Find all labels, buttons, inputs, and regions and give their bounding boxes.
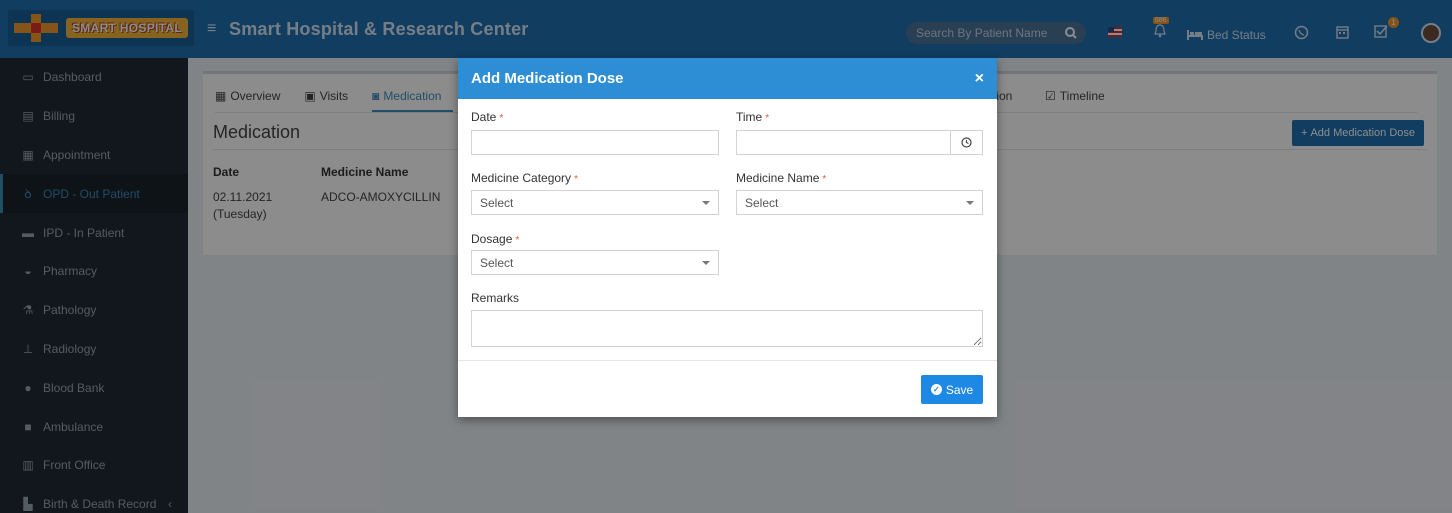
dosage-label-text: Dosage [471, 232, 513, 246]
medicine-name-label-text: Medicine Name [736, 171, 820, 185]
clock-icon [961, 137, 972, 148]
modal-title: Add Medication Dose [471, 70, 624, 87]
required-mark: * [765, 113, 770, 124]
required-mark: * [822, 174, 827, 185]
caret-down-icon [702, 201, 710, 205]
medicine-category-select[interactable]: Select [471, 190, 719, 215]
medicine-category-label: Medicine Category * [471, 171, 578, 185]
medicine-name-label: Medicine Name * [736, 171, 826, 185]
medicine-category-label-text: Medicine Category [471, 171, 572, 185]
required-mark: * [515, 235, 520, 246]
medicine-name-select[interactable]: Select [736, 190, 983, 215]
required-mark: * [574, 174, 578, 185]
select-value: Select [745, 195, 779, 210]
remarks-textarea[interactable] [471, 310, 983, 347]
close-icon[interactable]: × [975, 70, 984, 88]
date-label-text: Date [471, 110, 497, 124]
save-label: Save [945, 382, 974, 397]
modal-footer-divider [458, 360, 997, 361]
dosage-label: Dosage * [471, 232, 519, 246]
modal-header: Add Medication Dose × [458, 58, 997, 99]
time-label-text: Time [736, 110, 763, 124]
time-input[interactable] [736, 130, 951, 155]
time-label: Time * [736, 110, 769, 124]
add-medication-dose-modal: Add Medication Dose × Date * Time * Medici… [458, 58, 997, 417]
save-button[interactable]: ✓ Save [921, 375, 983, 404]
date-label: Date * [471, 110, 503, 124]
time-picker-button[interactable] [951, 130, 983, 155]
required-mark: * [499, 113, 504, 124]
caret-down-icon [702, 261, 710, 265]
caret-down-icon [966, 201, 974, 205]
select-value: Select [480, 195, 514, 210]
select-value: Select [480, 255, 514, 270]
date-input[interactable] [471, 130, 719, 155]
check-circle-icon: ✓ [930, 384, 942, 395]
dosage-select[interactable]: Select [471, 250, 719, 275]
remarks-label: Remarks [471, 291, 520, 305]
